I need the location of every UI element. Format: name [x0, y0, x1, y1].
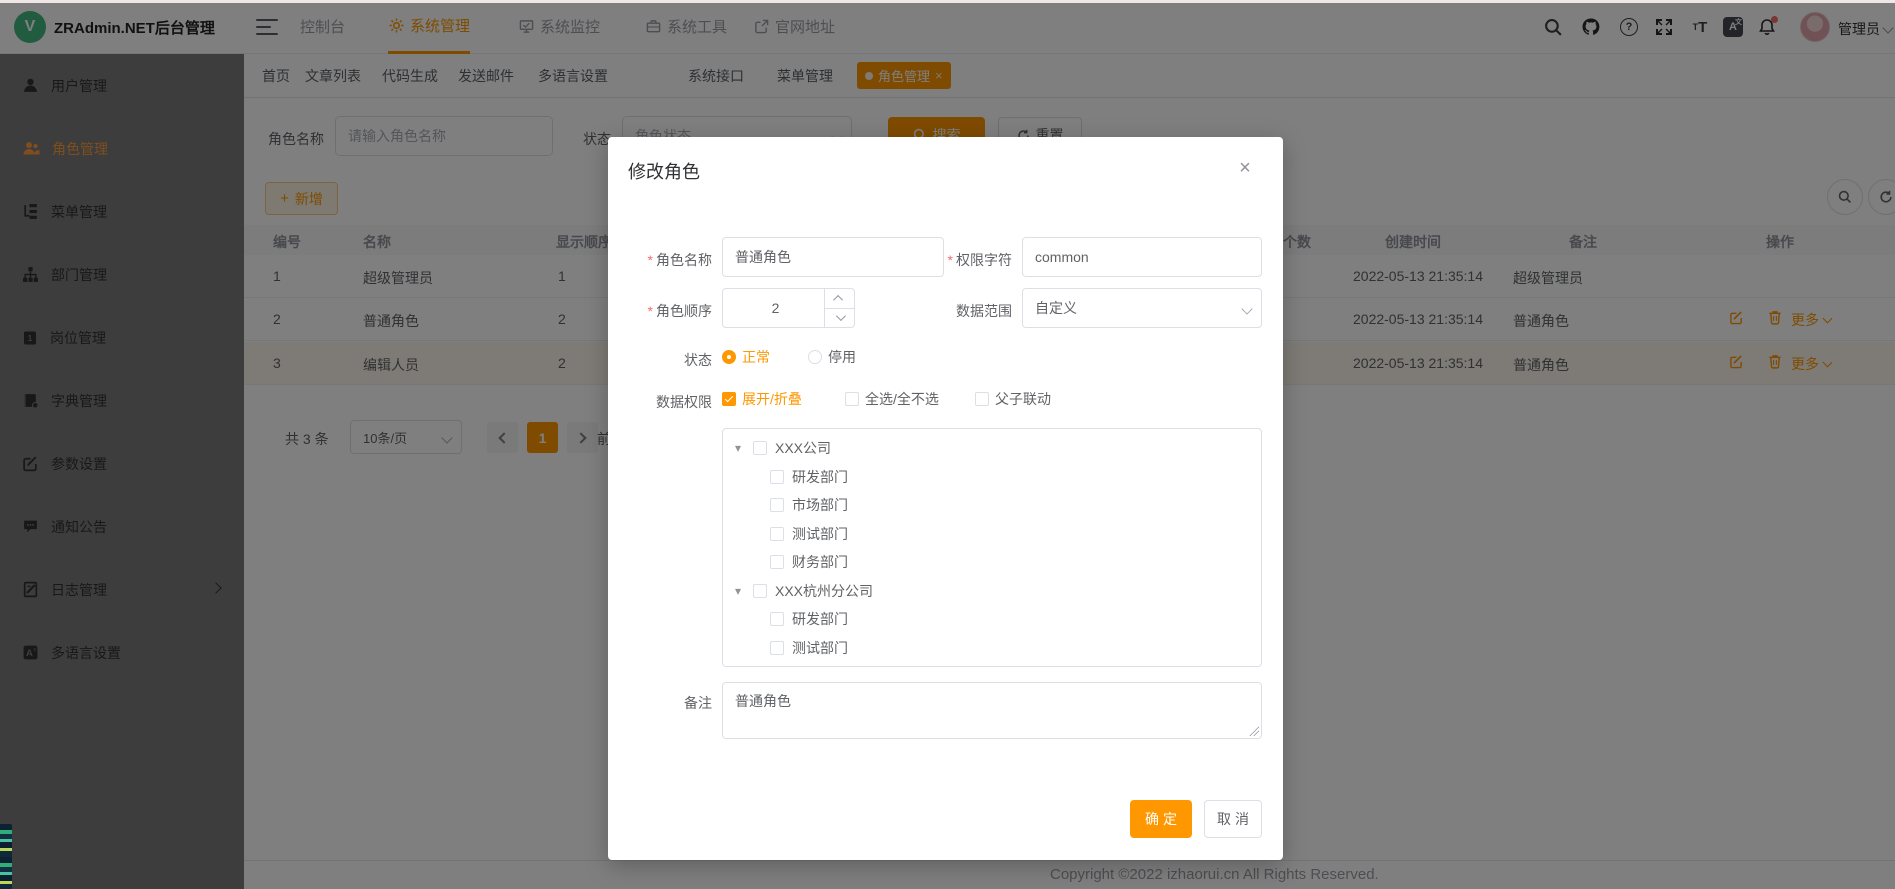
status-radio-normal[interactable]: 正常 — [722, 347, 770, 367]
floating-thumbnail-widget[interactable] — [0, 824, 12, 889]
tree-node[interactable]: 市场部门 — [723, 491, 1261, 520]
remark-textarea[interactable]: 普通角色 — [723, 683, 1261, 738]
cancel-button[interactable]: 取消 — [1204, 800, 1262, 838]
checkbox-unchecked-icon[interactable] — [753, 441, 767, 455]
tree-node[interactable]: 研发部门 — [723, 463, 1261, 492]
perm-char-label: *权限字符 — [928, 250, 1012, 270]
caret-down-icon[interactable]: ▾ — [731, 441, 745, 455]
chevron-down-icon — [1241, 303, 1252, 314]
expand-collapse-checkbox[interactable]: 展开/折叠 — [722, 389, 802, 409]
radio-unchecked-icon — [808, 350, 822, 364]
tree-node[interactable]: 研发部门 — [723, 605, 1261, 634]
caret-down-icon[interactable]: ▾ — [731, 584, 745, 598]
data-scope-select[interactable]: 自定义 — [1022, 288, 1262, 328]
role-name-field[interactable] — [735, 249, 931, 265]
tree-node[interactable]: ▾ XXX杭州分公司 — [723, 577, 1261, 606]
remark-label: 备注 — [628, 693, 712, 713]
data-perm-label: 数据权限 — [628, 392, 712, 412]
tree-node[interactable]: 财务部门 — [723, 548, 1261, 577]
stepper-down-button[interactable] — [825, 308, 854, 328]
role-name-label: *角色名称 — [628, 250, 712, 270]
select-all-checkbox[interactable]: 全选/全不选 — [845, 389, 939, 409]
confirm-button[interactable]: 确定 — [1130, 800, 1192, 838]
radio-checked-icon — [722, 350, 736, 364]
tree-node[interactable]: 测试部门 — [723, 520, 1261, 549]
edit-role-dialog: 修改角色 × *角色名称 *权限字符 *角色顺序 数据范围 自定义 — [608, 137, 1283, 860]
resize-handle-icon[interactable] — [1249, 726, 1259, 736]
dialog-title: 修改角色 — [628, 158, 700, 184]
status-radio-disabled[interactable]: 停用 — [808, 347, 856, 367]
data-scope-label: 数据范围 — [928, 301, 1012, 321]
remark-textarea-wrap: 普通角色 — [722, 682, 1262, 739]
tree-node[interactable]: 测试部门 — [723, 634, 1261, 663]
parent-child-link-checkbox[interactable]: 父子联动 — [975, 389, 1051, 409]
stepper-up-button[interactable] — [825, 289, 854, 308]
close-icon[interactable]: × — [1234, 157, 1256, 179]
tree-node[interactable]: ▾ XXX公司 — [723, 434, 1261, 463]
screen: V ZRAdmin.NET后台管理 控制台 系统管理 系统监控 — [0, 0, 1895, 889]
checkbox-unchecked-icon[interactable] — [770, 612, 784, 626]
dept-tree: ▾ XXX公司 研发部门 市场部门 测试部门 财务部门 ▾ — [722, 428, 1262, 667]
checkbox-unchecked-icon — [845, 392, 859, 406]
perm-char-field-wrap — [1022, 237, 1262, 277]
perm-char-field[interactable] — [1035, 249, 1249, 265]
checkbox-unchecked-icon[interactable] — [770, 527, 784, 541]
checkbox-unchecked-icon[interactable] — [770, 555, 784, 569]
checkbox-unchecked-icon[interactable] — [770, 470, 784, 484]
checkbox-unchecked-icon[interactable] — [753, 584, 767, 598]
role-order-label: *角色顺序 — [628, 301, 712, 321]
checkbox-unchecked-icon[interactable] — [770, 498, 784, 512]
role-name-field-wrap — [722, 237, 944, 277]
status-label: 状态 — [628, 350, 712, 370]
window-top-strip — [0, 0, 1895, 3]
role-order-stepper — [722, 288, 855, 328]
checkbox-unchecked-icon[interactable] — [770, 641, 784, 655]
checkbox-unchecked-icon — [975, 392, 989, 406]
checkbox-checked-icon — [722, 392, 736, 406]
